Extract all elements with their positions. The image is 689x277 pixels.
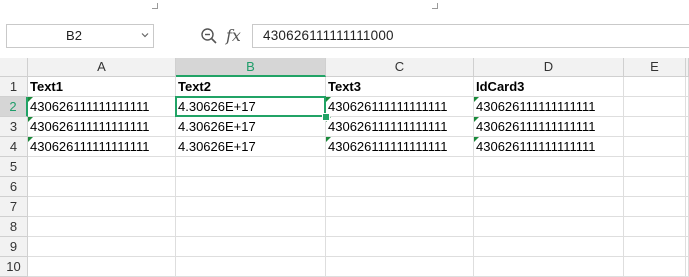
group-corner-marker	[432, 3, 438, 9]
text-number-indicator[interactable]	[474, 137, 479, 142]
text-number-indicator[interactable]	[326, 137, 331, 142]
cell-b5[interactable]	[176, 157, 326, 177]
formula-input[interactable]: 430626111111111000	[252, 24, 689, 48]
cell-c10[interactable]	[326, 257, 474, 277]
row-header-8[interactable]: 8	[0, 217, 28, 237]
cell-b8[interactable]	[176, 217, 326, 237]
chevron-down-icon[interactable]	[141, 31, 149, 39]
group-corner-marker	[152, 3, 158, 9]
cell-c6[interactable]	[326, 177, 474, 197]
cell-a8[interactable]	[28, 217, 176, 237]
cell-a7[interactable]	[28, 197, 176, 217]
cell-b4[interactable]: 4.30626E+17	[176, 137, 326, 157]
row-header-6[interactable]: 6	[0, 177, 28, 197]
cell-b10[interactable]	[176, 257, 326, 277]
cell-d9[interactable]	[474, 237, 624, 257]
text-number-indicator[interactable]	[474, 117, 479, 122]
zoom-icon[interactable]	[199, 26, 219, 46]
spreadsheet-grid: A B C D E 1 Text1 Text2 Text3 IdCard3 2 43062611111…	[0, 58, 689, 277]
cell-e10[interactable]	[624, 257, 686, 277]
function-icon[interactable]: fx	[226, 26, 241, 46]
fill-handle[interactable]	[322, 113, 330, 121]
cell-a6[interactable]	[28, 177, 176, 197]
cell-c3[interactable]: 430626111111111111	[326, 117, 474, 137]
name-box-value: B2	[66, 28, 82, 43]
column-header-d[interactable]: D	[474, 58, 624, 77]
select-all-corner[interactable]	[0, 58, 28, 77]
cell-d2[interactable]: 430626111111111111	[474, 97, 624, 117]
cell-a10[interactable]	[28, 257, 176, 277]
row-header-2[interactable]: 2	[0, 97, 28, 117]
cell-b2[interactable]: 4.30626E+17	[176, 97, 326, 117]
cell-d8[interactable]	[474, 217, 624, 237]
cell-c5[interactable]	[326, 157, 474, 177]
cell-a5[interactable]	[28, 157, 176, 177]
column-header-a[interactable]: A	[28, 58, 176, 77]
cell-a9[interactable]	[28, 237, 176, 257]
text-number-indicator[interactable]	[28, 117, 33, 122]
cell-a2[interactable]: 430626111111111111	[28, 97, 176, 117]
cell-b7[interactable]	[176, 197, 326, 217]
cell-c4[interactable]: 430626111111111111	[326, 137, 474, 157]
cell-a4[interactable]: 430626111111111111	[28, 137, 176, 157]
name-box[interactable]: B2	[6, 24, 154, 48]
cell-d1[interactable]: IdCard3	[474, 77, 624, 97]
cell-e8[interactable]	[624, 217, 686, 237]
text-number-indicator[interactable]	[326, 97, 331, 102]
cell-e1[interactable]	[624, 77, 686, 97]
formula-value: 430626111111111000	[263, 28, 394, 43]
row-header-7[interactable]: 7	[0, 197, 28, 217]
cell-b6[interactable]	[176, 177, 326, 197]
cell-c8[interactable]	[326, 217, 474, 237]
column-header-b[interactable]: B	[176, 58, 326, 77]
cell-e7[interactable]	[624, 197, 686, 217]
row-header-9[interactable]: 9	[0, 237, 28, 257]
cell-a1[interactable]: Text1	[28, 77, 176, 97]
cell-d5[interactable]	[474, 157, 624, 177]
cell-d7[interactable]	[474, 197, 624, 217]
row-header-5[interactable]: 5	[0, 157, 28, 177]
text-number-indicator[interactable]	[28, 137, 33, 142]
text-number-indicator[interactable]	[28, 97, 33, 102]
cell-c2[interactable]: 430626111111111111	[326, 97, 474, 117]
cell-c1[interactable]: Text3	[326, 77, 474, 97]
row-header-4[interactable]: 4	[0, 137, 28, 157]
cell-d3[interactable]: 430626111111111111	[474, 117, 624, 137]
cell-d10[interactable]	[474, 257, 624, 277]
cell-e4[interactable]	[624, 137, 686, 157]
cell-e2[interactable]	[624, 97, 686, 117]
row-header-3[interactable]: 3	[0, 117, 28, 137]
cell-d4[interactable]: 430626111111111111	[474, 137, 624, 157]
column-header-e[interactable]: E	[624, 58, 686, 77]
cell-e6[interactable]	[624, 177, 686, 197]
formula-bar: B2 fx 430626111111111000	[0, 18, 689, 58]
cell-e9[interactable]	[624, 237, 686, 257]
cell-c7[interactable]	[326, 197, 474, 217]
column-header-c[interactable]: C	[326, 58, 474, 77]
cell-d6[interactable]	[474, 177, 624, 197]
cell-e3[interactable]	[624, 117, 686, 137]
top-strip	[0, 0, 689, 18]
cell-b1[interactable]: Text2	[176, 77, 326, 97]
text-number-indicator[interactable]	[474, 97, 479, 102]
cell-e5[interactable]	[624, 157, 686, 177]
cell-b3[interactable]: 4.30626E+17	[176, 117, 326, 137]
row-header-1[interactable]: 1	[0, 77, 28, 97]
cell-a3[interactable]: 430626111111111111	[28, 117, 176, 137]
row-header-10[interactable]: 10	[0, 257, 28, 277]
cell-c9[interactable]	[326, 237, 474, 257]
cell-b9[interactable]	[176, 237, 326, 257]
